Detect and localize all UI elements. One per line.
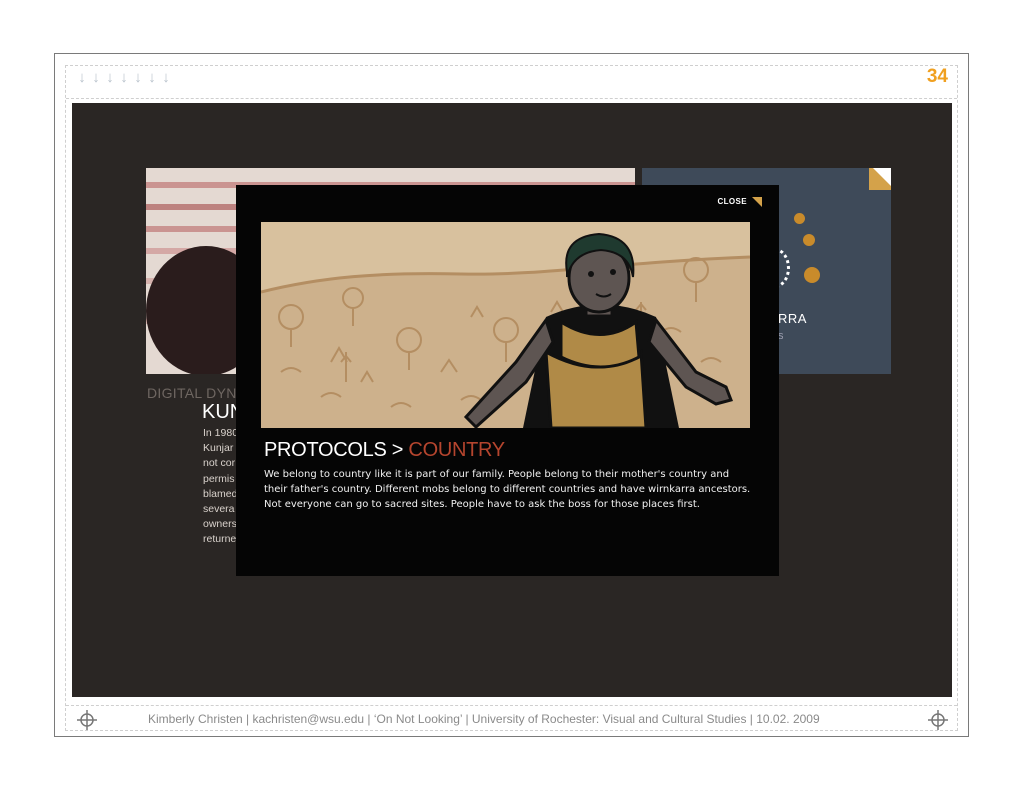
woman-in-country-illustration [261, 222, 750, 428]
close-label: CLOSE [717, 197, 747, 206]
crosshair-icon [77, 710, 97, 730]
protocol-modal: CLOSE PROTOCOLS > COUNTRY We belong to c… [236, 185, 779, 576]
card-right-label: RRA [778, 311, 807, 326]
modal-title-accent: COUNTRY [408, 439, 505, 461]
background-heading: DIGITAL DYNA [147, 385, 247, 401]
header-divider [66, 98, 957, 99]
down-arrow-icon: ↓ [78, 69, 86, 86]
modal-title: PROTOCOLS > COUNTRY [264, 439, 505, 461]
footer-credits: Kimberly Christen | kachristen@wsu.edu |… [148, 712, 820, 726]
modal-body-text: We belong to country like it is part of … [264, 469, 751, 511]
page-number: 34 [926, 66, 948, 87]
down-arrow-icon: ↓ [162, 69, 170, 86]
close-button[interactable]: CLOSE [717, 197, 762, 207]
footer-divider [66, 705, 957, 706]
nav-arrows: ↓ ↓ ↓ ↓ ↓ ↓ ↓ [76, 69, 172, 87]
crosshair-icon [928, 710, 948, 730]
down-arrow-icon: ↓ [106, 69, 114, 86]
down-arrow-icon: ↓ [134, 69, 142, 86]
page-curl-icon [869, 168, 891, 190]
down-arrow-icon: ↓ [148, 69, 156, 86]
corner-triangle-icon [752, 197, 762, 207]
down-arrow-icon: ↓ [92, 69, 100, 86]
down-arrow-icon: ↓ [120, 69, 128, 86]
background-text: In 1980 Kunjar not cor permis blamed sev… [203, 427, 239, 546]
